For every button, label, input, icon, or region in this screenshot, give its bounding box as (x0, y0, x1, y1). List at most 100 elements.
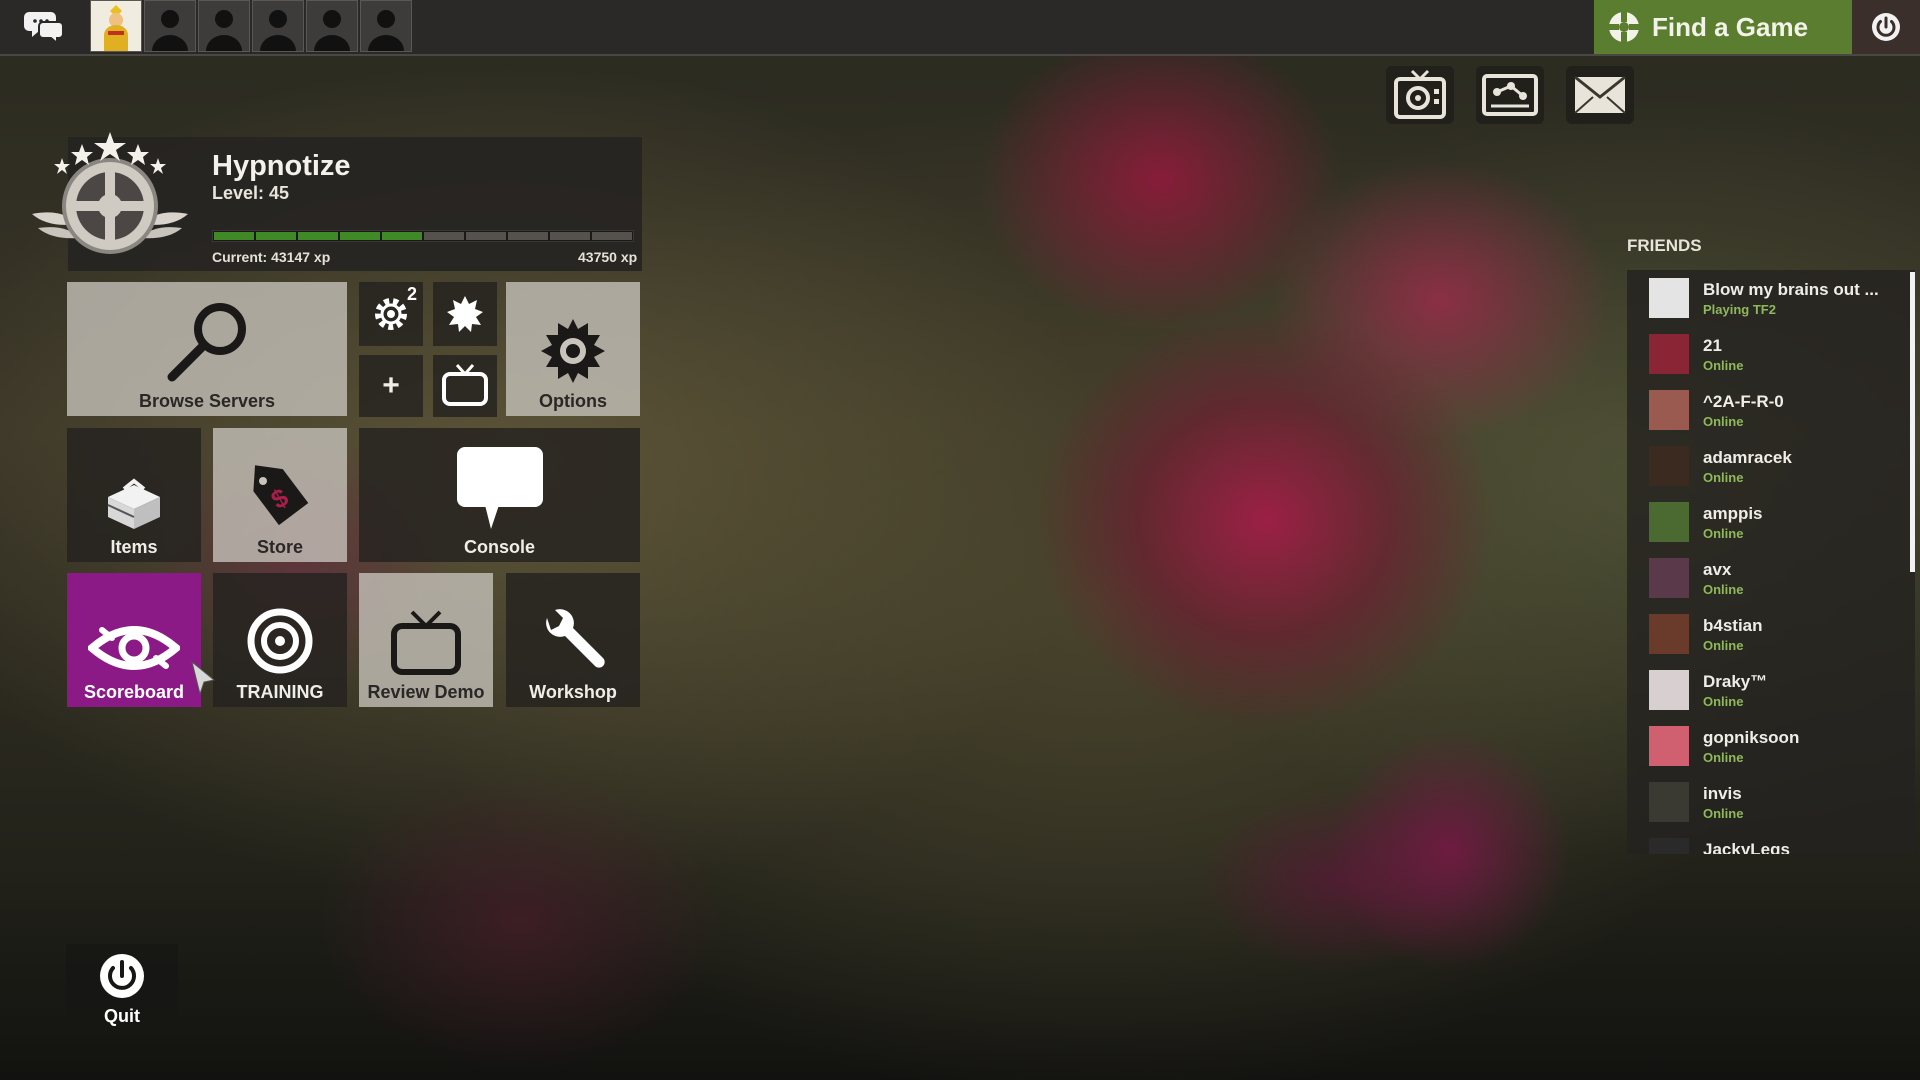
price-tag-icon: $ (253, 465, 309, 526)
party-slot-self-avatar[interactable] (90, 0, 142, 52)
browse-servers-button[interactable]: Browse Servers (67, 282, 347, 416)
friend-avatar (1649, 838, 1689, 854)
friend-status: Online (1703, 357, 1744, 373)
xp-bar-segment (340, 232, 380, 240)
friend-row[interactable]: adamracek Online (1627, 438, 1915, 494)
console-button[interactable]: Console (359, 428, 640, 562)
top-bar: Find a Game (0, 0, 1920, 56)
xp-progress-bar (212, 230, 634, 242)
console-label: Console (463, 537, 535, 557)
chat-icon[interactable] (20, 6, 68, 48)
xp-bar-segment (508, 232, 548, 240)
party-slot-empty[interactable] (252, 0, 304, 52)
friend-row[interactable]: b4stian Online (1627, 606, 1915, 662)
friend-status: Online (1703, 637, 1744, 653)
quit-button[interactable]: Quit (66, 944, 178, 1034)
friend-avatar (1649, 614, 1689, 654)
target-icon (247, 608, 313, 674)
workshop-label: Workshop (529, 682, 617, 702)
settings-cog-button[interactable] (433, 282, 497, 346)
mouse-cursor-icon (191, 660, 216, 696)
gear-icon (541, 319, 605, 383)
items-button[interactable]: Items (67, 428, 201, 562)
friend-row[interactable]: 21 Online (1627, 326, 1915, 382)
friend-row[interactable]: ^2A-F-R-0 Online (1627, 382, 1915, 438)
store-label: Store (256, 537, 303, 557)
player-name: Hypnotize (212, 150, 351, 182)
friend-name: Blow my brains out ... (1703, 279, 1879, 299)
review-demo-button[interactable]: Review Demo (359, 573, 493, 707)
friend-avatar (1649, 446, 1689, 486)
friend-row[interactable]: amppis Online (1627, 494, 1915, 550)
speech-bubble-icon (456, 447, 543, 529)
tv-icon (442, 364, 488, 406)
friend-row[interactable]: invis Online (1627, 774, 1915, 830)
friends-heading: FRIENDS (1627, 236, 1702, 255)
find-game-label: Find a Game (1652, 11, 1809, 42)
options-button[interactable]: Options (506, 282, 640, 416)
friend-avatar (1649, 334, 1689, 374)
friend-name: gopniksoon (1703, 727, 1800, 747)
friend-row[interactable]: avx Online (1627, 550, 1915, 606)
items-label: Items (110, 537, 158, 557)
friend-row[interactable]: JackyLegsOnline (1627, 830, 1915, 854)
player-level: Level: 45 (212, 183, 290, 203)
friends-scrollbar[interactable] (1910, 272, 1915, 572)
training-label: TRAINING (236, 682, 324, 702)
friend-avatar (1649, 670, 1689, 710)
xp-current: Current: 43147 xp (212, 249, 331, 265)
party-slots (90, 0, 412, 52)
scoreboard-button[interactable]: Scoreboard (67, 573, 201, 707)
friend-status: Online (1703, 581, 1744, 597)
wrench-icon (546, 609, 605, 668)
rank-emblem-icon (30, 128, 190, 268)
friend-status: Online (1703, 805, 1744, 821)
cog-burst-icon (447, 296, 483, 332)
xp-bar-segment (424, 232, 464, 240)
tv-news-icon[interactable] (1386, 66, 1454, 124)
friend-name: Draky™ (1703, 671, 1768, 691)
party-slot-empty[interactable] (360, 0, 412, 52)
power-icon[interactable] (1852, 0, 1920, 54)
gear-small-icon (375, 298, 407, 330)
friend-status: Online (1703, 469, 1744, 485)
friend-row[interactable]: Blow my brains out ... Playing TF2 (1627, 270, 1915, 326)
friend-row[interactable]: gopniksoon Online (1627, 718, 1915, 774)
top-right-icons (1386, 66, 1634, 124)
friend-avatar (1649, 390, 1689, 430)
xp-bar-segment (550, 232, 590, 240)
xp-bar-segment (256, 232, 296, 240)
party-slot-empty[interactable] (144, 0, 196, 52)
training-button[interactable]: TRAINING (213, 573, 347, 707)
friend-status: Online (1703, 749, 1744, 765)
find-game-button[interactable]: Find a Game (1594, 0, 1852, 54)
xp-bar-segment (466, 232, 506, 240)
party-slot-empty[interactable] (306, 0, 358, 52)
quit-label: Quit (104, 1005, 140, 1026)
create-server-button[interactable]: + (359, 355, 423, 417)
friend-name: 21 (1703, 335, 1722, 355)
friend-status: Online (1703, 525, 1744, 541)
mail-icon[interactable] (1566, 66, 1634, 124)
achievements-button[interactable]: 2 (359, 282, 423, 346)
tv-button[interactable] (433, 355, 497, 417)
friend-avatar (1649, 558, 1689, 598)
friend-row[interactable]: Draky™ Online (1627, 662, 1915, 718)
notification-count: 2 (406, 284, 417, 304)
store-button[interactable]: $ Store (213, 428, 347, 562)
workshop-button[interactable]: Workshop (506, 573, 640, 707)
eye-swirl-icon (88, 626, 180, 670)
xp-bar-segment (298, 232, 338, 240)
scoreboard-label: Scoreboard (83, 682, 185, 702)
friend-status: Online (1703, 693, 1744, 709)
friend-avatar (1649, 782, 1689, 822)
server-network-icon[interactable] (1476, 66, 1544, 124)
options-label: Options (539, 391, 607, 411)
plus-icon: + (382, 369, 400, 402)
friend-name: JackyLegs (1703, 839, 1790, 855)
friend-name: avx (1703, 559, 1732, 579)
friend-name: ^2A-F-R-0 (1703, 391, 1784, 411)
magnifier-icon (167, 303, 246, 382)
party-slot-empty[interactable] (198, 0, 250, 52)
review-demo-label: Review Demo (367, 682, 485, 702)
